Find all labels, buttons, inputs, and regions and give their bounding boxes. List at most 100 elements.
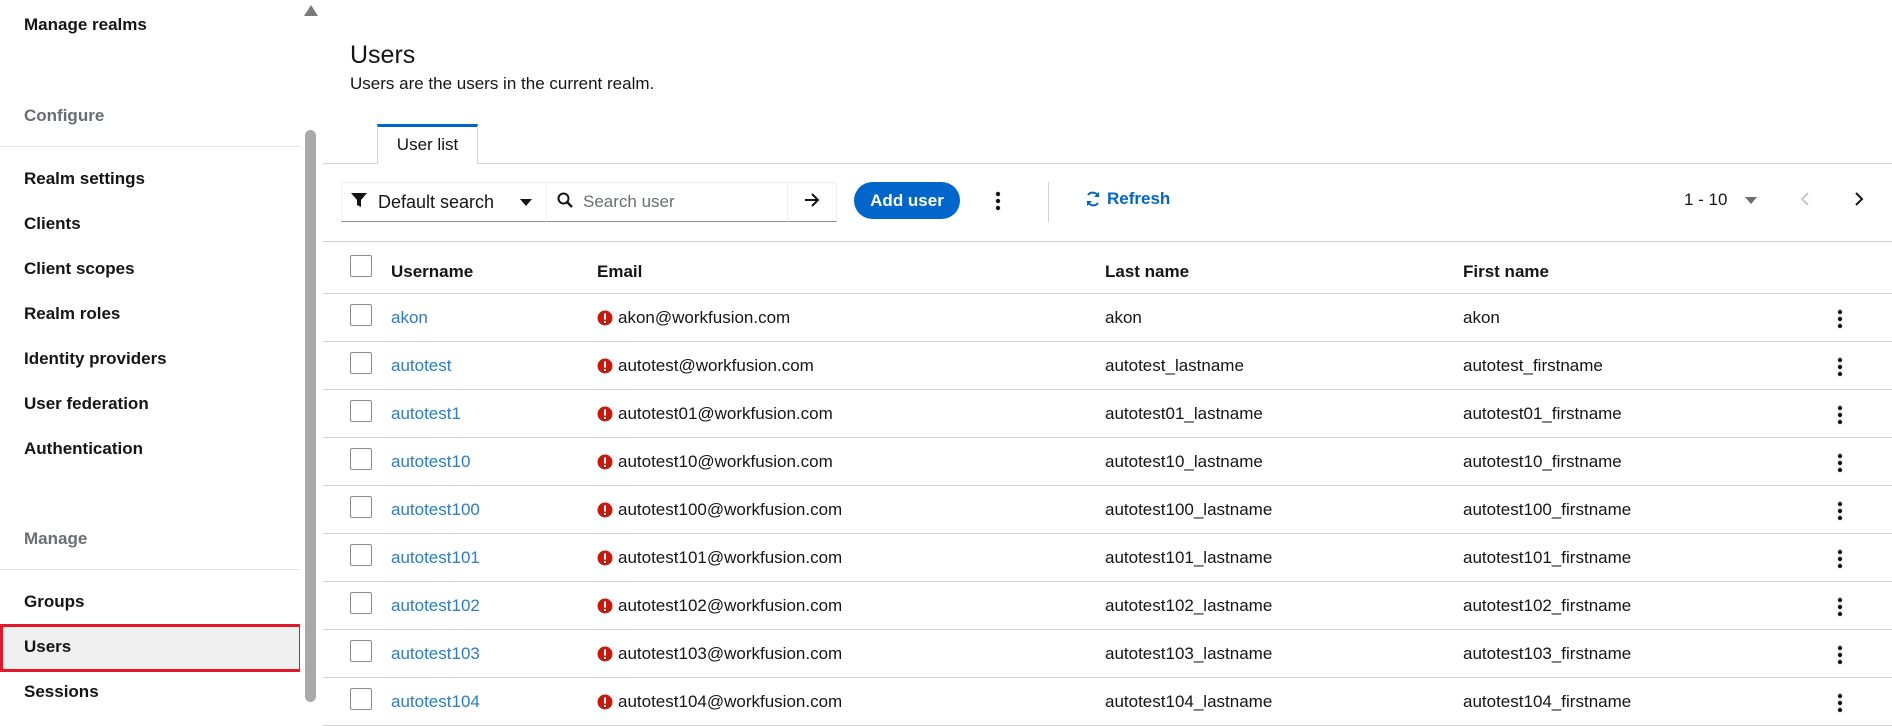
first-name-cell: autotest101_firstname xyxy=(1463,548,1632,567)
exclamation-circle-icon xyxy=(597,502,613,518)
toolbar-kebab-icon[interactable] xyxy=(990,188,1006,214)
table-row: akon akon@workfusion.com akon akon xyxy=(323,294,1892,342)
email-text: autotest@workfusion.com xyxy=(618,356,814,375)
tab-user-list[interactable]: User list xyxy=(377,124,478,164)
first-name-cell: autotest103_firstname xyxy=(1463,644,1632,663)
username-link[interactable]: autotest1 xyxy=(391,404,461,424)
username-link[interactable]: autotest102 xyxy=(391,596,480,616)
email-text: autotest103@workfusion.com xyxy=(618,644,843,663)
table-row: autotest102 autotest102@workfusion.com aut… xyxy=(323,582,1892,630)
first-name-cell: autotest01_firstname xyxy=(1463,404,1622,423)
search-submit-button[interactable] xyxy=(787,182,837,222)
row-kebab-icon[interactable] xyxy=(1832,691,1848,715)
username-link[interactable]: autotest101 xyxy=(391,548,480,568)
email-cell: akon@workfusion.com xyxy=(597,308,790,328)
row-kebab-icon[interactable] xyxy=(1832,403,1848,427)
first-name-cell: autotest102_firstname xyxy=(1463,596,1632,615)
email-cell: autotest101@workfusion.com xyxy=(597,548,842,568)
sidebar-item-authentication[interactable]: Authentication xyxy=(24,439,143,459)
username-link[interactable]: autotest104 xyxy=(391,692,480,712)
sidebar-item-clients[interactable]: Clients xyxy=(24,214,81,234)
email-text: autotest102@workfusion.com xyxy=(618,596,843,615)
row-checkbox[interactable] xyxy=(350,496,372,518)
row-checkbox[interactable] xyxy=(350,400,372,422)
refresh-label: Refresh xyxy=(1107,189,1171,208)
row-kebab-icon[interactable] xyxy=(1832,451,1848,475)
main-content: Users Users are the users in the current… xyxy=(323,0,1892,726)
email-text: autotest101@workfusion.com xyxy=(618,548,843,567)
row-checkbox[interactable] xyxy=(350,448,372,470)
sidebar-divider xyxy=(0,146,300,147)
search-user-input[interactable] xyxy=(583,192,773,212)
table-row: autotest101 autotest101@workfusion.com aut… xyxy=(323,534,1892,582)
sidebar-item-realm-settings[interactable]: Realm settings xyxy=(24,169,145,189)
sidebar-scrollbar-thumb[interactable] xyxy=(305,130,316,702)
sidebar-item-users[interactable]: Users xyxy=(24,637,71,657)
search-field[interactable] xyxy=(547,182,787,222)
username-link[interactable]: autotest100 xyxy=(391,500,480,520)
previous-page-button[interactable] xyxy=(1798,190,1812,213)
pagination-range-toggle[interactable]: 1 - 10 xyxy=(1684,190,1727,210)
email-cell: autotest102@workfusion.com xyxy=(597,596,842,616)
sidebar-section-manage: Manage xyxy=(24,529,88,548)
exclamation-circle-icon xyxy=(597,694,613,710)
row-kebab-icon[interactable] xyxy=(1832,643,1848,667)
sidebar-item-manage-realms[interactable]: Manage realms xyxy=(24,15,147,35)
username-link[interactable]: akon xyxy=(391,308,428,328)
row-kebab-icon[interactable] xyxy=(1832,499,1848,523)
row-kebab-icon[interactable] xyxy=(1832,595,1848,619)
row-checkbox[interactable] xyxy=(350,688,372,710)
email-cell: autotest01@workfusion.com xyxy=(597,404,833,424)
last-name-cell: autotest101_lastname xyxy=(1105,548,1273,567)
email-cell: autotest10@workfusion.com xyxy=(597,452,833,472)
page-title: Users xyxy=(350,41,416,69)
next-page-button[interactable] xyxy=(1852,190,1866,213)
column-header-email[interactable]: Email xyxy=(597,262,642,282)
username-link[interactable]: autotest xyxy=(391,356,452,376)
row-checkbox[interactable] xyxy=(350,640,372,662)
column-header-first-name[interactable]: First name xyxy=(1463,262,1549,282)
add-user-button[interactable]: Add user xyxy=(854,182,960,219)
sidebar-item-groups[interactable]: Groups xyxy=(24,592,84,612)
row-checkbox[interactable] xyxy=(350,544,372,566)
last-name-cell: autotest10_lastname xyxy=(1105,452,1263,471)
row-checkbox[interactable] xyxy=(350,304,372,326)
sidebar-item-sessions[interactable]: Sessions xyxy=(24,682,99,702)
last-name-cell: autotest01_lastname xyxy=(1105,404,1263,423)
column-header-last-name[interactable]: Last name xyxy=(1105,262,1189,282)
arrow-right-icon xyxy=(804,192,820,212)
email-cell: autotest100@workfusion.com xyxy=(597,500,842,520)
first-name-cell: autotest10_firstname xyxy=(1463,452,1622,471)
sidebar-item-realm-roles[interactable]: Realm roles xyxy=(24,304,120,324)
exclamation-circle-icon xyxy=(597,454,613,470)
username-link[interactable]: autotest103 xyxy=(391,644,480,664)
email-cell: autotest103@workfusion.com xyxy=(597,644,842,664)
sidebar-divider xyxy=(0,569,300,570)
row-kebab-icon[interactable] xyxy=(1832,355,1848,379)
chevron-right-icon xyxy=(1855,192,1864,206)
caret-down-icon[interactable] xyxy=(1745,197,1757,204)
row-kebab-icon[interactable] xyxy=(1832,547,1848,571)
row-checkbox[interactable] xyxy=(350,352,372,374)
refresh-button[interactable]: Refresh xyxy=(1085,189,1170,209)
search-type-label: Default search xyxy=(378,191,495,212)
scroll-up-arrow-icon[interactable] xyxy=(304,5,318,16)
sidebar-item-user-federation[interactable]: User federation xyxy=(24,394,149,414)
username-link[interactable]: autotest10 xyxy=(391,452,470,472)
exclamation-circle-icon xyxy=(597,598,613,614)
row-checkbox[interactable] xyxy=(350,592,372,614)
sidebar-item-client-scopes[interactable]: Client scopes xyxy=(24,259,135,279)
row-kebab-icon[interactable] xyxy=(1832,307,1848,331)
last-name-cell: akon xyxy=(1105,308,1142,327)
search-type-select[interactable]: Default search xyxy=(341,182,547,222)
table-row: autotest104 autotest104@workfusion.com aut… xyxy=(323,678,1892,726)
email-cell: autotest104@workfusion.com xyxy=(597,692,842,712)
sidebar-item-identity-providers[interactable]: Identity providers xyxy=(24,349,167,369)
first-name-cell: autotest104_firstname xyxy=(1463,692,1632,711)
refresh-icon xyxy=(1086,191,1100,207)
first-name-cell: akon xyxy=(1463,308,1500,327)
email-text: autotest01@workfusion.com xyxy=(618,404,833,423)
column-header-username[interactable]: Username xyxy=(391,262,473,282)
first-name-cell: autotest_firstname xyxy=(1463,356,1603,375)
select-all-checkbox[interactable] xyxy=(350,255,372,277)
